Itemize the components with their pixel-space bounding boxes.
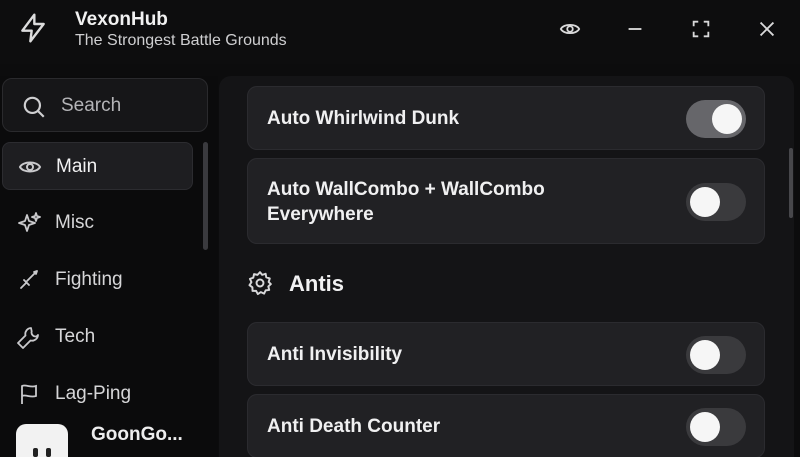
section-title: Antis: [289, 271, 344, 296]
sidebar-item-misc[interactable]: Misc: [2, 199, 193, 247]
option-label: Anti Death Counter: [267, 416, 441, 437]
anti-death-counter-toggle[interactable]: [686, 408, 746, 446]
app-title: VexonHub: [75, 9, 168, 30]
close-icon: [759, 21, 775, 37]
sidebar-item-tech[interactable]: Tech: [2, 313, 193, 361]
toggle-knob: [712, 104, 742, 134]
lightning-bolt-icon: [17, 12, 49, 44]
sidebar-item-label: Misc: [55, 212, 95, 233]
sidebar-item-lag-ping[interactable]: Lag-Ping: [2, 370, 193, 418]
eye-icon: [18, 155, 42, 179]
search-icon: [21, 94, 47, 120]
toggle-knob: [690, 412, 720, 442]
toggle-knob: [690, 187, 720, 217]
toggle-visibility-button[interactable]: [555, 14, 585, 44]
auto-whirlwind-dunk-toggle[interactable]: [686, 100, 746, 138]
wrench-icon: [17, 325, 41, 349]
option-label: Auto WallCombo + WallCombo Everywhere: [267, 179, 545, 225]
main-scrollbar[interactable]: [789, 148, 793, 218]
sidebar: Search Main Misc Fighting Tech Lag-Ping …: [0, 76, 218, 457]
flag-icon: [17, 382, 41, 406]
avatar: [16, 424, 68, 457]
option-row-anti-death-counter: Anti Death Counter: [247, 394, 765, 457]
maximize-button[interactable]: [686, 14, 716, 44]
sparkles-icon: [17, 211, 41, 235]
title-bar: VexonHub The Strongest Battle Grounds: [0, 0, 800, 64]
sidebar-item-label: Lag-Ping: [55, 383, 132, 404]
option-label: Anti Invisibility: [267, 344, 403, 365]
option-row-auto-wallcombo: Auto WallCombo + WallCombo Everywhere: [247, 158, 765, 244]
app-subtitle: The Strongest Battle Grounds: [75, 32, 287, 49]
gear-icon: [247, 270, 273, 296]
maximize-icon: [692, 20, 710, 38]
minimize-button[interactable]: [620, 14, 650, 44]
sidebar-item-label: Main: [56, 156, 98, 177]
sword-icon: [17, 268, 41, 292]
option-row-anti-invisibility: Anti Invisibility: [247, 322, 765, 386]
sidebar-item-main[interactable]: Main: [2, 142, 193, 190]
minimize-icon: [628, 28, 642, 30]
sidebar-item-fighting[interactable]: Fighting: [2, 256, 193, 304]
option-row-auto-whirlwind-dunk: Auto Whirlwind Dunk: [247, 86, 765, 150]
toggle-knob: [690, 340, 720, 370]
search-input[interactable]: Search: [2, 78, 208, 132]
user-card: GoonGo...: [0, 414, 218, 457]
close-button[interactable]: [752, 14, 782, 44]
search-placeholder: Search: [61, 95, 122, 116]
auto-wallcombo-toggle[interactable]: [686, 183, 746, 221]
eye-icon: [559, 23, 581, 35]
sidebar-item-label: Fighting: [55, 269, 123, 290]
anti-invisibility-toggle[interactable]: [686, 336, 746, 374]
user-name: GoonGo...: [91, 424, 183, 445]
option-label: Auto Whirlwind Dunk: [267, 108, 460, 129]
sidebar-scrollbar[interactable]: [203, 142, 208, 250]
sidebar-item-label: Tech: [55, 326, 96, 347]
main-panel: Auto Whirlwind Dunk Auto WallCombo + Wal…: [219, 76, 794, 457]
